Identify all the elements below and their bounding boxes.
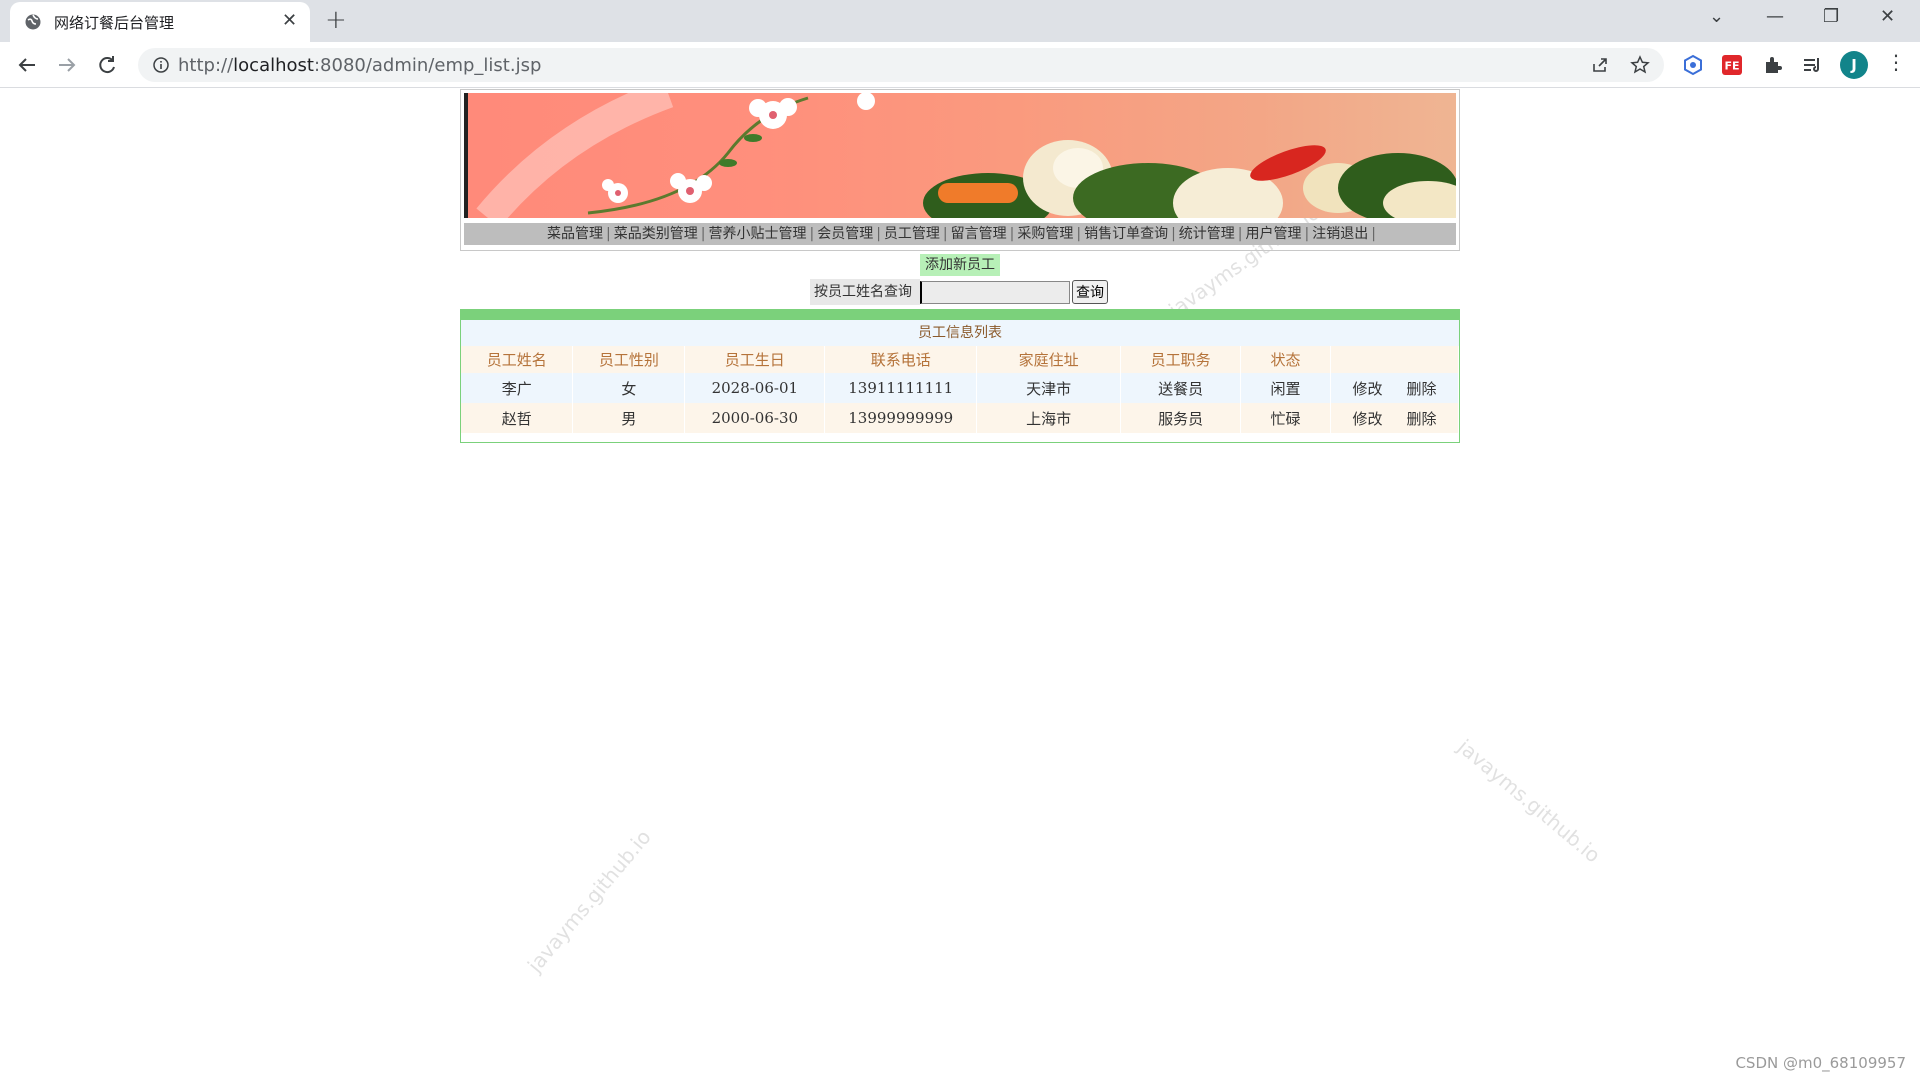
cell-name: 李广 xyxy=(461,373,574,403)
browser-menu-icon[interactable]: ⋮ xyxy=(1886,52,1906,72)
address-bar[interactable]: http://localhost:8080/admin/emp_list.jsp xyxy=(138,48,1664,82)
header-banner xyxy=(464,93,1456,218)
extensions-puzzle-icon[interactable] xyxy=(1762,54,1784,76)
cell-status: 闲置 xyxy=(1240,373,1331,403)
menu-item-dish-category[interactable]: 菜品类别管理 xyxy=(611,223,701,245)
cell-address: 上海市 xyxy=(976,403,1122,433)
cell-birthday: 2028-06-01 xyxy=(684,373,826,403)
url-host: localhost xyxy=(233,55,314,76)
banner-artwork xyxy=(476,93,1456,218)
menu-item-messages[interactable]: 留言管理 xyxy=(948,223,1010,245)
browser-tabstrip: 网络订餐后台管理 ✕ + ⌄ — ❐ ✕ xyxy=(0,0,1920,42)
url-scheme: http:// xyxy=(178,55,234,76)
table-title: 员工信息列表 xyxy=(461,320,1459,346)
watermark: javayms.github.io xyxy=(1453,734,1606,868)
header-birthday: 员工生日 xyxy=(684,346,826,373)
cell-job: 送餐员 xyxy=(1120,373,1242,403)
tab-close-icon[interactable]: ✕ xyxy=(282,10,297,31)
employee-name-search-input[interactable] xyxy=(920,281,1070,304)
vue-devtools-icon[interactable] xyxy=(1682,54,1704,76)
cell-actions: 修改 删除 xyxy=(1330,403,1460,433)
cell-address: 天津市 xyxy=(976,373,1122,403)
edit-link[interactable]: 修改 xyxy=(1352,378,1382,399)
header-job: 员工职务 xyxy=(1120,346,1242,373)
menu-item-nutrition-tips[interactable]: 营养小贴士管理 xyxy=(705,223,809,245)
reload-icon[interactable] xyxy=(93,51,121,79)
employee-search-form: 按员工姓名查询 查询 xyxy=(810,279,1110,305)
edit-link[interactable]: 修改 xyxy=(1352,408,1382,429)
bookmark-star-icon[interactable] xyxy=(1630,55,1650,75)
url-text[interactable]: http://localhost:8080/admin/emp_list.jsp xyxy=(178,55,541,76)
admin-header-frame: 菜品管理 | 菜品类别管理 | 营养小贴士管理 | 会员管理 | 员工管理 | 留言管理 | 采购管理 |… xyxy=(460,89,1460,251)
browser-tab[interactable]: 网络订餐后台管理 ✕ xyxy=(10,2,310,42)
table-top-bar xyxy=(461,310,1459,320)
header-name: 员工姓名 xyxy=(461,346,574,373)
employee-table-panel: 员工信息列表 员工姓名 员工性别 员工生日 联系电话 家庭住址 员工职务 状态 … xyxy=(460,309,1460,443)
menu-item-purchasing[interactable]: 采购管理 xyxy=(1014,223,1076,245)
header-gender: 员工性别 xyxy=(572,346,686,373)
menu-item-logout[interactable]: 注销退出 xyxy=(1309,223,1371,245)
search-button[interactable]: 查询 xyxy=(1072,280,1108,304)
admin-nav-menu: 菜品管理 | 菜品类别管理 | 营养小贴士管理 | 会员管理 | 员工管理 | 留言管理 | 采购管理 |… xyxy=(464,223,1456,245)
search-label: 按员工姓名查询 xyxy=(810,279,920,305)
cell-phone: 13999999999 xyxy=(824,403,978,433)
page-content: javayms.github.io javayms.github.io java… xyxy=(0,89,1920,1080)
url-path: :8080/admin/emp_list.jsp xyxy=(313,55,542,76)
cell-birthday: 2000-06-30 xyxy=(684,403,826,433)
menu-item-employees[interactable]: 员工管理 xyxy=(881,223,943,245)
cell-job: 服务员 xyxy=(1120,403,1242,433)
cell-gender: 男 xyxy=(572,403,686,433)
cell-phone: 13911111111 xyxy=(824,373,978,403)
new-tab-button[interactable]: + xyxy=(325,5,347,35)
menu-item-users[interactable]: 用户管理 xyxy=(1243,223,1305,245)
menu-item-dish[interactable]: 菜品管理 xyxy=(544,223,606,245)
header-address: 家庭住址 xyxy=(976,346,1122,373)
tab-search-chevron-icon[interactable]: ⌄ xyxy=(1709,6,1724,27)
header-actions xyxy=(1330,346,1460,373)
add-employee-button[interactable]: 添加新员工 xyxy=(920,254,1000,276)
cell-gender: 女 xyxy=(572,373,686,403)
minimize-icon[interactable]: — xyxy=(1766,6,1784,27)
employee-table: 员工姓名 员工性别 员工生日 联系电话 家庭住址 员工职务 状态 李广 女 20… xyxy=(461,346,1460,433)
info-icon[interactable] xyxy=(152,56,170,74)
forward-arrow-icon[interactable] xyxy=(53,51,81,79)
menu-item-members[interactable]: 会员管理 xyxy=(814,223,876,245)
delete-link[interactable]: 删除 xyxy=(1406,408,1436,429)
table-header-row: 员工姓名 员工性别 员工生日 联系电话 家庭住址 员工职务 状态 xyxy=(461,346,1460,373)
globe-icon xyxy=(25,14,41,30)
table-row: 李广 女 2028-06-01 13911111111 天津市 送餐员 闲置 修… xyxy=(461,373,1460,403)
cell-status: 忙碌 xyxy=(1240,403,1331,433)
header-phone: 联系电话 xyxy=(824,346,978,373)
tab-title: 网络订餐后台管理 xyxy=(54,14,175,32)
csdn-credit: CSDN @m0_68109957 xyxy=(1735,1054,1906,1072)
menu-item-sales-orders[interactable]: 销售订单查询 xyxy=(1081,223,1171,245)
table-row: 赵哲 男 2000-06-30 13999999999 上海市 服务员 忙碌 修… xyxy=(461,403,1460,433)
browser-toolbar: http://localhost:8080/admin/emp_list.jsp… xyxy=(0,42,1920,88)
restore-icon[interactable]: ❐ xyxy=(1823,6,1839,27)
header-status: 状态 xyxy=(1240,346,1331,373)
share-icon[interactable] xyxy=(1590,55,1610,75)
back-arrow-icon[interactable] xyxy=(13,51,41,79)
svg-text:FE: FE xyxy=(1724,60,1739,73)
cell-name: 赵哲 xyxy=(461,403,574,433)
profile-avatar[interactable]: J xyxy=(1840,51,1868,79)
window-close-icon[interactable]: ✕ xyxy=(1880,6,1895,27)
menu-separator: | xyxy=(1371,226,1376,242)
reading-list-icon[interactable] xyxy=(1801,54,1823,76)
fehelper-icon[interactable]: FE xyxy=(1721,54,1743,76)
menu-item-statistics[interactable]: 统计管理 xyxy=(1176,223,1238,245)
delete-link[interactable]: 删除 xyxy=(1406,378,1436,399)
cell-actions: 修改 删除 xyxy=(1330,373,1460,403)
watermark: javayms.github.io xyxy=(522,824,656,978)
